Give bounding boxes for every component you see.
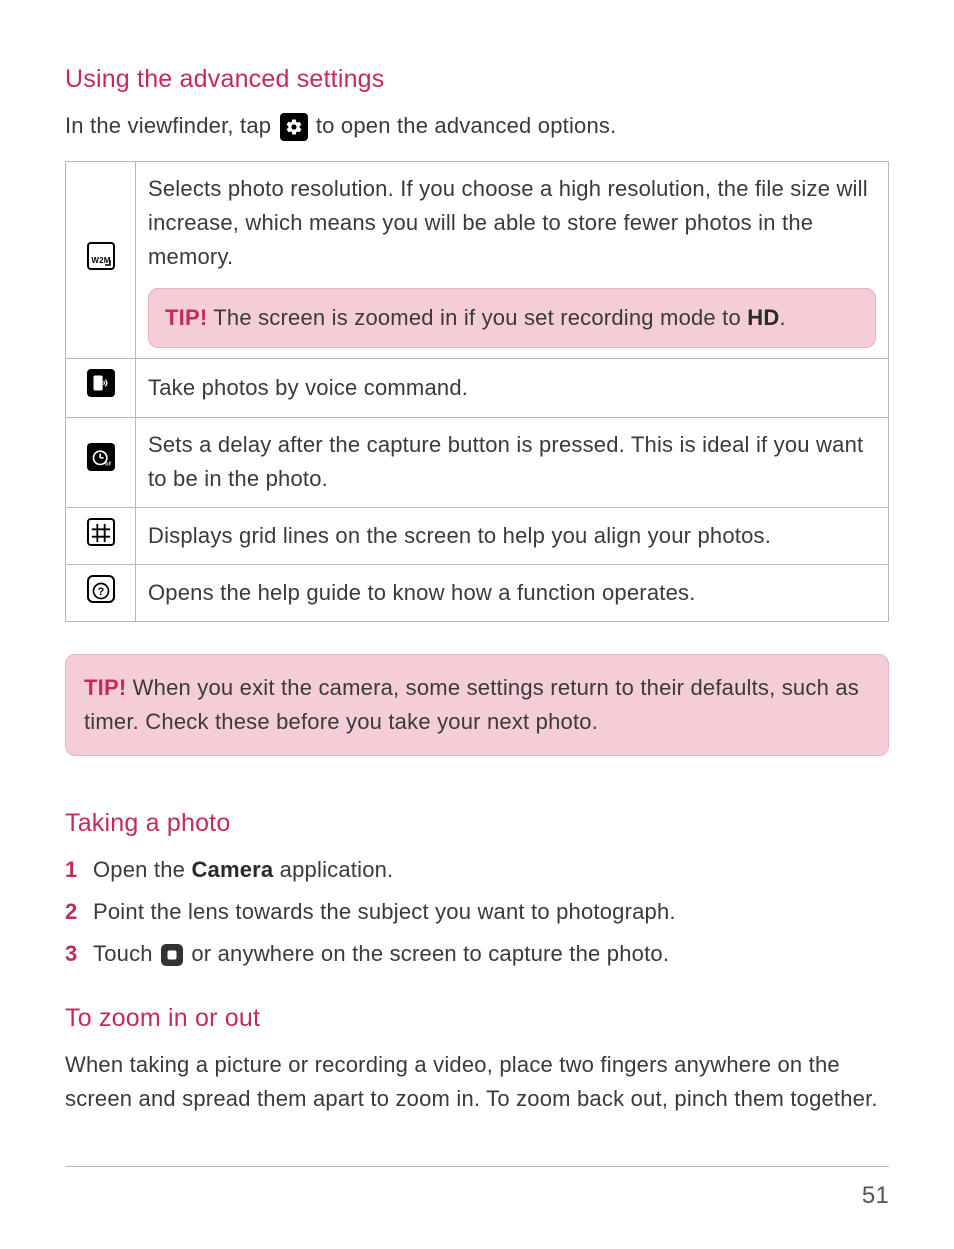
intro-after: to open the advanced options. [316, 113, 617, 138]
step1-bold: Camera [191, 857, 273, 882]
heading-taking-photo: Taking a photo [65, 804, 889, 843]
grid-desc: Displays grid lines on the screen to hel… [136, 507, 889, 564]
table-row: Take photos by voice command. [66, 359, 889, 418]
settings-table: W2M Selects photo resolution. If you cho… [65, 161, 889, 622]
shutter-icon [161, 944, 183, 966]
step3-after: or anywhere on the screen to capture the… [185, 941, 669, 966]
tip-outer-text: When you exit the camera, some settings … [84, 675, 859, 734]
heading-advanced-settings: Using the advanced settings [65, 60, 889, 99]
svg-text:W2M: W2M [91, 256, 110, 265]
tip-hd-bold: HD [747, 305, 779, 330]
grid-icon [66, 507, 136, 564]
list-item: Open the Camera application. [65, 853, 889, 887]
tip-hd-before: The screen is zoomed in if you set recor… [207, 305, 747, 330]
tip-label: TIP! [165, 305, 207, 330]
table-row: off Sets a delay after the capture butto… [66, 418, 889, 507]
tip-hd-after: . [779, 305, 785, 330]
heading-zoom: To zoom in or out [65, 999, 889, 1038]
table-row: ? Opens the help guide to know how a fun… [66, 564, 889, 621]
resolution-icon: W2M [66, 161, 136, 358]
list-item: Touch or anywhere on the screen to captu… [65, 937, 889, 971]
intro-text: In the viewfinder, tap to open the advan… [65, 109, 889, 143]
list-item: Point the lens towards the subject you w… [65, 895, 889, 929]
zoom-text: When taking a picture or recording a vid… [65, 1048, 889, 1116]
tip-box-defaults: TIP! When you exit the camera, some sett… [65, 654, 889, 756]
step3-before: Touch [93, 941, 159, 966]
voice-command-icon [66, 359, 136, 418]
tip-label: TIP! [84, 675, 126, 700]
svg-text:?: ? [97, 586, 104, 598]
timer-desc: Sets a delay after the capture button is… [136, 418, 889, 507]
page-number: 51 [65, 1166, 889, 1214]
table-row: Displays grid lines on the screen to hel… [66, 507, 889, 564]
step1-after: application. [273, 857, 393, 882]
voice-desc: Take photos by voice command. [136, 359, 889, 418]
tip-box-hd: TIP! The screen is zoomed in if you set … [148, 288, 876, 348]
resolution-desc: Selects photo resolution. If you choose … [148, 172, 876, 274]
resolution-desc-cell: Selects photo resolution. If you choose … [136, 161, 889, 358]
timer-icon: off [66, 418, 136, 507]
steps-list: Open the Camera application. Point the l… [65, 853, 889, 971]
svg-text:off: off [105, 462, 111, 468]
settings-gear-icon [280, 113, 308, 141]
intro-before: In the viewfinder, tap [65, 113, 278, 138]
help-icon: ? [66, 564, 136, 621]
help-desc: Opens the help guide to know how a funct… [136, 564, 889, 621]
step1-before: Open the [93, 857, 191, 882]
table-row: W2M Selects photo resolution. If you cho… [66, 161, 889, 358]
